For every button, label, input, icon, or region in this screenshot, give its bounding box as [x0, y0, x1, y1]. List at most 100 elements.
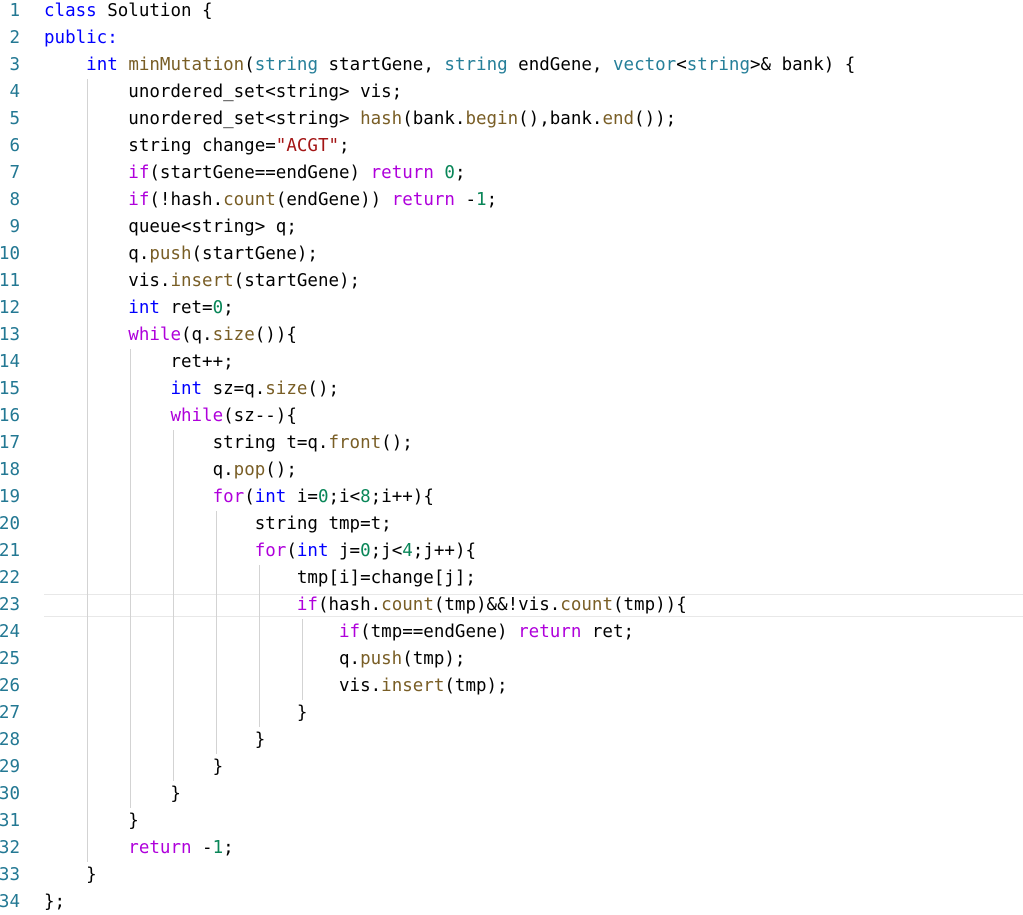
code-token: }	[44, 784, 181, 804]
code-token: return	[128, 838, 192, 858]
code-token: 0	[360, 541, 371, 561]
code-token: string change=	[44, 136, 276, 156]
code-token: while	[128, 325, 181, 345]
code-token: (hash.	[317, 595, 382, 615]
code-token: };	[44, 892, 66, 912]
line-number: 14	[0, 352, 20, 372]
code-line[interactable]: if(!hash.count(endGene)) return -1;	[44, 187, 497, 214]
code-token: (tmp)){	[612, 595, 687, 615]
code-token: class	[44, 1, 97, 21]
code-token: ;	[223, 838, 234, 858]
code-line[interactable]: unordered_set<string> hash(bank.begin(),…	[44, 106, 676, 133]
code-line[interactable]: }	[44, 700, 308, 727]
code-token: vis.	[44, 676, 382, 696]
code-token: ();	[381, 433, 413, 453]
code-token: insert	[381, 676, 445, 696]
code-token: endGene,	[507, 55, 613, 75]
line-number: 6	[9, 136, 20, 156]
code-token: }	[44, 865, 97, 885]
code-token: 0	[212, 298, 224, 318]
line-number: 5	[9, 109, 20, 129]
code-line[interactable]: int ret=0;	[44, 295, 233, 322]
code-token: for	[254, 541, 287, 561]
code-line[interactable]: return -1;	[44, 835, 234, 862]
line-number: 25	[0, 649, 20, 669]
code-token: (q.	[180, 325, 213, 345]
code-line[interactable]: string t=q.front();	[44, 430, 413, 457]
code-token: int	[254, 487, 287, 507]
code-line[interactable]: }	[44, 862, 97, 889]
code-line[interactable]: if(tmp==endGene) return ret;	[44, 619, 634, 646]
code-line[interactable]: while(q.size()){	[44, 322, 297, 349]
line-number: 34	[0, 892, 20, 912]
code-token: tmp[i]=change[j];	[44, 568, 476, 588]
code-token: pop	[233, 460, 266, 480]
code-token: count	[223, 190, 276, 210]
code-line[interactable]: vis.insert(startGene);	[44, 268, 360, 295]
code-line[interactable]: for(int i=0;i<8;i++){	[44, 484, 434, 511]
line-number: 13	[0, 325, 20, 345]
code-token: ();	[265, 460, 297, 480]
code-line[interactable]: }	[44, 808, 139, 835]
code-token: ;	[454, 163, 466, 183]
code-line[interactable]: int minMutation(string startGene, string…	[44, 52, 855, 79]
code-token: string tmp=t;	[44, 514, 392, 534]
code-token: (	[286, 541, 297, 561]
code-token: (startGene);	[191, 244, 318, 264]
code-line[interactable]: ret++;	[44, 349, 233, 376]
code-token: size	[265, 379, 308, 399]
code-token: ;j++){	[412, 541, 477, 561]
code-token: sz=q.	[202, 379, 266, 399]
code-token: (tmp);	[402, 649, 466, 669]
code-line[interactable]: while(sz--){	[44, 403, 297, 430]
line-number: 8	[9, 190, 20, 210]
code-token: (startGene);	[233, 271, 361, 291]
code-token: end	[602, 109, 635, 129]
code-token: ret;	[581, 622, 635, 642]
code-line[interactable]: if(startGene==endGene) return 0;	[44, 160, 466, 187]
code-line[interactable]: public:	[44, 25, 118, 52]
code-line[interactable]: q.pop();	[44, 457, 297, 484]
line-number: 24	[0, 622, 20, 642]
line-number: 1	[9, 1, 20, 21]
code-line[interactable]: tmp[i]=change[j];	[44, 565, 476, 592]
code-line[interactable]: q.push(startGene);	[44, 241, 318, 268]
code-token: minMutation	[128, 55, 245, 75]
code-token: <	[676, 55, 687, 75]
code-token: (startGene==endGene)	[149, 163, 371, 183]
code-line[interactable]: };	[44, 889, 65, 915]
code-token: 4	[402, 541, 413, 561]
code-line[interactable]: int sz=q.size();	[44, 376, 339, 403]
code-token: if	[128, 163, 150, 183]
code-line[interactable]: queue<string> q;	[44, 214, 297, 241]
line-number: 4	[9, 82, 20, 102]
code-token: for	[212, 487, 245, 507]
code-token: (endGene))	[275, 190, 392, 210]
code-token: string	[686, 55, 750, 75]
code-line[interactable]: string change="ACGT";	[44, 133, 349, 160]
code-token: while	[170, 406, 224, 426]
code-line[interactable]: }	[44, 754, 224, 781]
code-line[interactable]: vis.insert(tmp);	[44, 673, 508, 700]
code-line[interactable]: class Solution {	[44, 0, 213, 25]
line-number: 30	[0, 784, 20, 804]
line-number: 9	[9, 217, 20, 237]
code-token: count	[381, 595, 434, 615]
code-line[interactable]: }	[44, 727, 266, 754]
code-line[interactable]: if(hash.count(tmp)&&!vis.count(tmp)){	[44, 592, 687, 619]
code-token: j=	[328, 541, 361, 561]
code-line[interactable]: unordered_set<string> vis;	[44, 79, 402, 106]
code-line[interactable]: string tmp=t;	[44, 511, 392, 538]
code-area[interactable]: class Solution {public: int minMutation(…	[0, 0, 1023, 915]
code-line[interactable]: }	[44, 781, 181, 808]
code-editor[interactable]: class Solution {public: int minMutation(…	[0, 0, 1023, 915]
code-line[interactable]: for(int j=0;j<4;j++){	[44, 538, 476, 565]
code-line[interactable]: q.push(tmp);	[44, 646, 465, 673]
code-token: string	[444, 55, 508, 75]
code-token: (sz--){	[223, 406, 297, 426]
